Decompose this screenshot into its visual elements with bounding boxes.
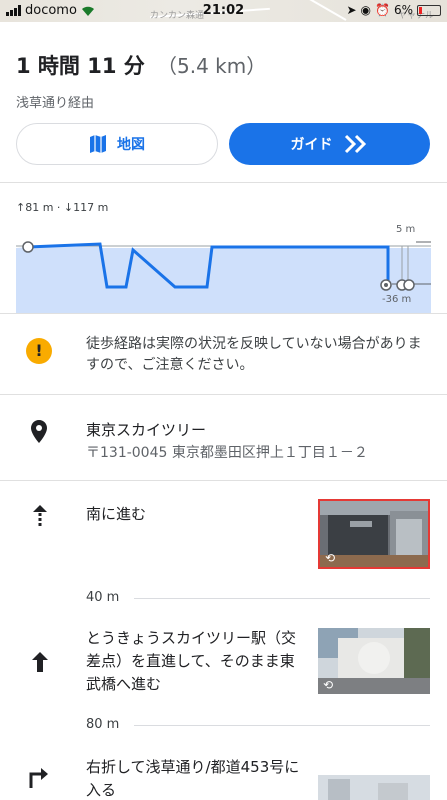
distance-divider (134, 598, 430, 599)
alarm-icon: ⏰ (375, 3, 390, 17)
map-button-label: 地図 (117, 137, 145, 153)
walking-warning: ! 徒歩経路は実際の状況を反映していない場合がありますので、ご注意ください。 (0, 314, 447, 394)
street-view-image (318, 628, 430, 694)
step-item[interactable]: 右折して浅草通り/都道453号に入る (0, 740, 447, 800)
arrow-up-icon (32, 652, 48, 672)
street-view-360-icon: ⟲ (325, 551, 336, 565)
route-via: 浅草通り経由 (16, 96, 95, 111)
street-view-thumbnail[interactable]: ⟲ (318, 628, 430, 694)
street-view-360-icon: ⟲ (323, 678, 334, 692)
destination-name: 東京スカイツリー (86, 421, 207, 439)
warning-text: 徒歩経路は実際の状況を反映していない場合がありますので、ご注意ください。 (86, 336, 422, 373)
street-view-thumbnail[interactable]: ⟲ (318, 499, 430, 569)
distance-divider (134, 725, 430, 726)
side-handle (0, 630, 8, 668)
route-summary: 1 時間 11 分 （5.4 km） 浅草通り経由 地図 ガイド (0, 22, 447, 182)
elevation-min-label: -36 m (382, 294, 412, 305)
destination-address: 〒131-0045 東京都墨田区押上１丁目１－２ (86, 445, 368, 461)
turn-right-icon (29, 768, 48, 788)
location-arrow-icon: ➤ (346, 3, 357, 17)
step-item[interactable]: 南に進む ⟲ (0, 481, 447, 591)
step-item[interactable]: とうきょうスカイツリー駅（交差点）を直進して、そのまま東武橋へ進む ⟲ (0, 610, 447, 710)
location-pin-icon (31, 420, 47, 443)
step-instruction: 右折して浅草通り/都道453号に入る (86, 758, 300, 799)
battery-percent: 6% (393, 3, 413, 17)
step-distance: 40 m (86, 590, 120, 605)
elevation-chart: ↑81 m · ↓117 m 5 m -36 m (0, 183, 447, 313)
street-view-thumbnail[interactable] (318, 775, 430, 800)
step-distance: 80 m (86, 717, 120, 732)
step-instruction: 南に進む (86, 505, 147, 523)
double-chevron-right-icon (344, 134, 366, 154)
battery-icon (417, 4, 441, 16)
arrow-up-dotted-icon (33, 505, 47, 526)
step-instruction: とうきょうスカイツリー駅（交差点）を直進して、そのまま東武橋へ進む (86, 629, 297, 693)
destination-row[interactable]: 東京スカイツリー 〒131-0045 東京都墨田区押上１丁目１－２ (0, 395, 447, 480)
guide-button[interactable]: ガイド (229, 123, 430, 165)
map-icon (90, 135, 106, 153)
map-button[interactable]: 地図 (16, 123, 218, 165)
street-view-image (318, 775, 430, 800)
status-bar: カンカン森通 ヤャナル docomo 21:02 ➤ ◉ ⏰ 6% (0, 0, 447, 22)
lock-rotation-icon: ◉ (360, 3, 371, 17)
street-view-image (320, 501, 428, 567)
elevation-max-label: 5 m (396, 224, 416, 235)
guide-button-label: ガイド (290, 137, 333, 153)
route-distance: （5.4 km） (157, 54, 267, 78)
elevation-profile (16, 241, 431, 313)
warning-icon: ! (26, 338, 52, 364)
route-duration: 1 時間 11 分 (16, 54, 145, 78)
